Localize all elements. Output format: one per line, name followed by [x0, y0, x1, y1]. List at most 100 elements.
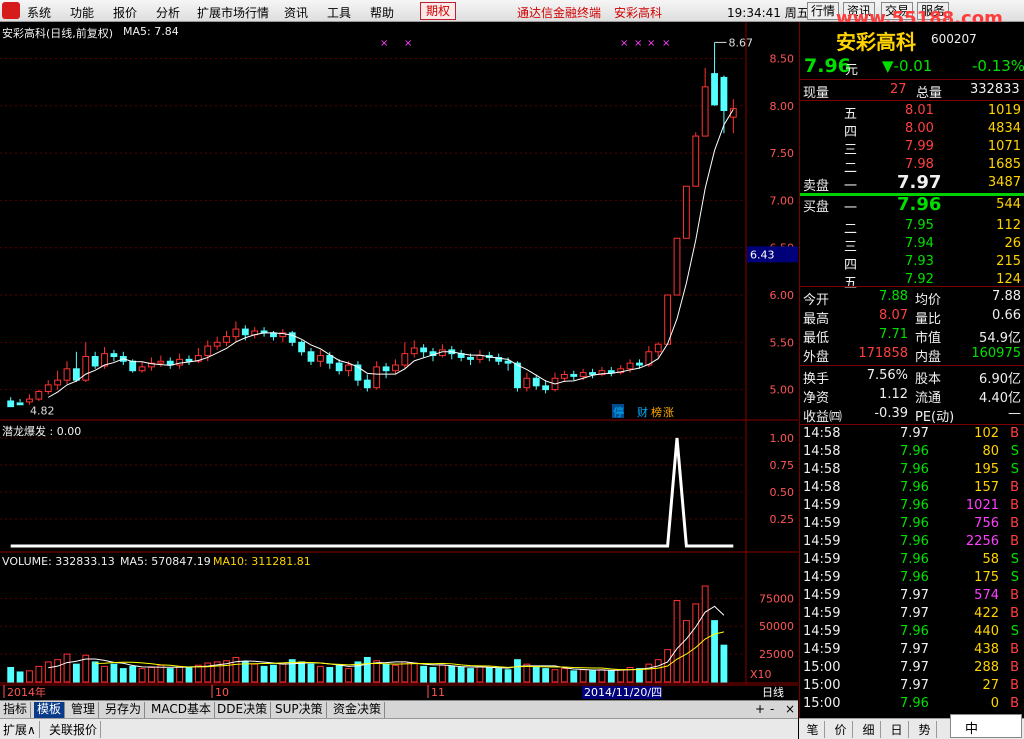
chart-area[interactable]: 8.508.007.507.006.506.005.505.008.674.82…	[0, 22, 798, 700]
tick-volume: 157	[974, 480, 999, 495]
volume-bar	[551, 669, 559, 683]
candle-body	[626, 362, 634, 370]
extension-tab[interactable]: 扩展∧	[0, 721, 40, 738]
ask-price: 7.98	[905, 157, 934, 172]
menu-extended-market[interactable]: 扩展市场行情	[197, 4, 269, 21]
tick-row[interactable]: 14:58 7.96 157 B	[800, 479, 1024, 497]
tick-volume: 440	[974, 624, 999, 639]
tick-row[interactable]: 15:00 7.97 27 B	[800, 677, 1024, 695]
tick-row[interactable]: 14:59 7.96 58 S	[800, 551, 1024, 569]
menu-function[interactable]: 功能	[70, 4, 94, 21]
indicator-tab[interactable]: DDE决策	[214, 702, 272, 718]
bid-row[interactable]: 三 7.94 26	[800, 235, 1024, 255]
quote-detail-tab[interactable]: 势	[913, 721, 937, 738]
candle-body	[288, 332, 296, 343]
tick-row[interactable]: 14:59 7.96 1021 B	[800, 497, 1024, 515]
tick-price: 7.96	[900, 498, 929, 513]
candle-body	[44, 384, 52, 393]
panel-control-button[interactable]: -	[767, 702, 777, 718]
volume-bar	[607, 670, 615, 683]
menu-system[interactable]: 系统	[27, 4, 51, 21]
tick-volume: 1021	[965, 498, 999, 513]
indicator-tab[interactable]: 指标	[0, 702, 32, 718]
tick-row[interactable]: 14:59 7.97 422 B	[800, 605, 1024, 623]
quote-detail-tab[interactable]: 日	[885, 721, 909, 738]
tick-time: 15:00	[803, 696, 841, 711]
stat-row[interactable]: 收益㈣ -0.39 PE(动) —	[800, 405, 1024, 425]
stat-row[interactable]: 最高 8.07 量比 0.66	[800, 307, 1024, 327]
menu-analysis[interactable]: 分析	[156, 4, 180, 21]
tick-time: 14:59	[803, 534, 841, 549]
tick-row[interactable]: 14:58 7.97 102 B	[800, 425, 1024, 443]
tick-side: B	[1010, 516, 1019, 531]
ask-row[interactable]: 一 7.97 3487	[800, 172, 1024, 194]
tick-row[interactable]: 14:59 7.96 756 B	[800, 515, 1024, 533]
indicator-tab[interactable]: 管理	[68, 702, 100, 718]
tick-row[interactable]: 14:59 7.96 440 S	[800, 623, 1024, 641]
candle-body	[16, 402, 24, 406]
bid-row[interactable]: 二 7.95 112	[800, 217, 1024, 237]
low-marker: 4.82	[30, 405, 55, 418]
panel-control-button[interactable]: +	[752, 702, 768, 718]
volume-bar	[692, 603, 700, 683]
indicator-tab[interactable]: MACD基本	[148, 702, 215, 718]
bid-row[interactable]: 四 7.93 215	[800, 253, 1024, 273]
bid-price: 7.95	[905, 218, 934, 233]
indicator-tab[interactable]: 资金决策	[330, 702, 386, 718]
event-label[interactable]: 财	[637, 405, 648, 419]
quote-detail-tab[interactable]: 价	[829, 721, 853, 738]
menu-help[interactable]: 帮助	[370, 4, 394, 21]
stat-row[interactable]: 净资 1.12 流通 4.40亿	[800, 386, 1024, 406]
tick-volume: 80	[982, 444, 999, 459]
indicator-tab[interactable]: 模板	[34, 702, 66, 718]
tick-row[interactable]: 14:59 7.96 2256 B	[800, 533, 1024, 551]
volume-bar	[392, 664, 399, 683]
signal-mark: ×	[404, 38, 412, 49]
extension-tab[interactable]: 关联报价	[46, 721, 102, 738]
event-label[interactable]: 涨	[663, 406, 674, 419]
event-label[interactable]: 榜	[651, 405, 662, 419]
volume-bar	[382, 663, 390, 683]
quote-detail-tab[interactable]: 细	[857, 721, 881, 738]
stat-row[interactable]: 最低 7.71 市值 54.9亿	[800, 326, 1024, 346]
tick-row[interactable]: 14:59 7.97 438 B	[800, 641, 1024, 659]
tick-row[interactable]: 14:59 7.97 574 B	[800, 587, 1024, 605]
indicator-tab[interactable]: SUP决策	[272, 702, 327, 718]
quote-tab-button[interactable]: 行情	[807, 2, 840, 20]
indicator-tab[interactable]: 另存为	[102, 702, 146, 718]
volume-bar	[166, 668, 174, 683]
tick-row[interactable]: 14:58 7.96 80 S	[800, 443, 1024, 461]
stat-row[interactable]: 今开 7.88 均价 7.88	[800, 288, 1024, 308]
period-label[interactable]: 日线	[762, 685, 784, 699]
ask-row[interactable]: 三 7.99 1071	[800, 138, 1024, 158]
indicator-axis-tick: 0.75	[770, 459, 795, 472]
ime-indicator[interactable]: 中	[950, 714, 1022, 738]
quote-detail-tab[interactable]: 笔	[801, 721, 825, 738]
menu-quote[interactable]: 报价	[113, 4, 137, 21]
volume-bar	[682, 620, 690, 683]
stat-row[interactable]: 换手 7.56% 股本 6.90亿	[800, 367, 1024, 387]
tick-price: 7.96	[900, 444, 929, 459]
app-logo-icon	[2, 2, 20, 19]
bid-row[interactable]: 一 7.96 544	[800, 194, 1024, 216]
stat-label: PE(动)	[915, 410, 955, 425]
tick-row[interactable]: 15:00 7.96 0 B	[800, 695, 1024, 713]
panel-control-button[interactable]: ×	[782, 702, 798, 718]
volume-bar	[701, 585, 709, 683]
high-marker: 8.67	[729, 36, 754, 49]
candle-body	[560, 373, 568, 379]
menu-news[interactable]: 资讯	[284, 4, 308, 21]
tick-row[interactable]: 15:00 7.97 288 B	[800, 659, 1024, 677]
ask-row[interactable]: 五 8.01 1019	[800, 102, 1024, 122]
ask-row[interactable]: 四 8.00 4834	[800, 120, 1024, 140]
tick-row[interactable]: 14:59 7.96 175 S	[800, 569, 1024, 587]
options-button[interactable]: 期权	[420, 2, 456, 20]
volume-bar	[560, 668, 568, 683]
bid-volume: 215	[996, 254, 1021, 269]
menu-tools[interactable]: 工具	[327, 4, 351, 21]
event-label[interactable]: 停	[613, 405, 624, 419]
bid-price: 7.96	[897, 194, 942, 215]
tick-row[interactable]: 14:58 7.96 195 S	[800, 461, 1024, 479]
kline-chart[interactable]: 8.508.007.507.006.506.005.505.008.674.82…	[0, 22, 798, 700]
stat-row[interactable]: 外盘 171858 内盘 160975	[800, 345, 1024, 365]
